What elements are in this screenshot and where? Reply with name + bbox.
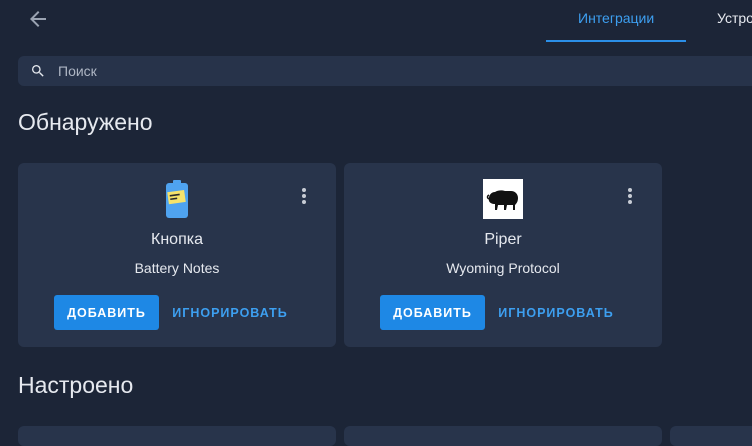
- search-input[interactable]: [56, 56, 748, 86]
- card-title: Кнопка: [151, 231, 203, 248]
- card-subtitle: Battery Notes: [134, 260, 220, 276]
- add-button[interactable]: ДОБАВИТЬ: [54, 295, 159, 330]
- card-title: Piper: [484, 231, 522, 248]
- card-menu-button[interactable]: [294, 185, 314, 207]
- add-button[interactable]: ДОБАВИТЬ: [380, 295, 485, 330]
- top-bar: Интеграции Устро: [0, 0, 752, 44]
- tab-devices[interactable]: Устро: [717, 10, 752, 26]
- ignore-button[interactable]: ИГНОРИРОВАТЬ: [494, 295, 618, 330]
- search-icon: [32, 65, 44, 77]
- back-button[interactable]: [26, 7, 50, 31]
- battery-notes-icon: [166, 180, 188, 218]
- discovered-card: Кнопка Battery Notes ДОБАВИТЬ ИГНОРИРОВА…: [18, 163, 336, 347]
- configured-card[interactable]: [18, 426, 336, 446]
- configured-card[interactable]: [344, 426, 662, 446]
- card-menu-button[interactable]: [620, 185, 640, 207]
- more-vertical-icon: [628, 188, 632, 204]
- section-title-discovered: Обнаружено: [18, 109, 153, 135]
- search-bar: [18, 56, 752, 86]
- configured-card[interactable]: [670, 426, 752, 446]
- section-title-configured: Настроено: [18, 372, 134, 398]
- active-tab-indicator: [546, 40, 686, 42]
- tab-integrations[interactable]: Интеграции: [578, 10, 654, 26]
- card-subtitle: Wyoming Protocol: [446, 260, 560, 276]
- more-vertical-icon: [302, 188, 306, 204]
- arrow-left-icon: [30, 11, 46, 27]
- discovered-card: Piper Wyoming Protocol ДОБАВИТЬ ИГНОРИРО…: [344, 163, 662, 347]
- wyoming-bison-icon: [483, 179, 523, 219]
- ignore-button[interactable]: ИГНОРИРОВАТЬ: [168, 295, 292, 330]
